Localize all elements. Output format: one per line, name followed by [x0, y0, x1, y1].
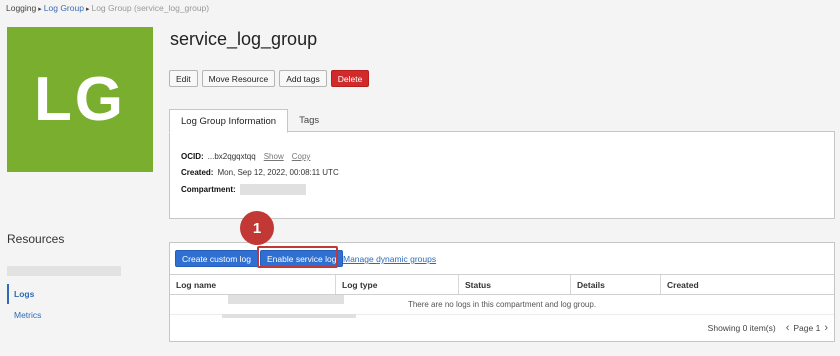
pagination: ‹ Page 1 › [786, 322, 828, 334]
redacted-placeholder [222, 314, 356, 318]
column-header-status[interactable]: Status [459, 275, 571, 294]
created-label: Created: [181, 168, 214, 177]
created-value: Mon, Sep 12, 2022, 00:08:11 UTC [217, 168, 339, 177]
edit-button[interactable]: Edit [169, 70, 198, 87]
tab-bar: Log Group Information Tags [169, 109, 330, 133]
table-footer: Showing 0 item(s) ‹ Page 1 › [708, 322, 828, 334]
ocid-show-link[interactable]: Show [264, 152, 284, 161]
table-header: Log name Log type Status Details Created [170, 274, 834, 295]
move-resource-button[interactable]: Move Resource [201, 70, 276, 87]
column-header-created[interactable]: Created [661, 275, 834, 294]
highlight-box [257, 246, 338, 268]
breadcrumb-separator: ▸ [38, 6, 42, 13]
ocid-value: ...bx2qgqxtqq [207, 152, 256, 161]
sidebar-item-logs[interactable]: Logs [7, 284, 34, 304]
empty-table-message: There are no logs in this compartment an… [170, 294, 834, 315]
item-count: Showing 0 item(s) [707, 323, 776, 333]
sidebar-redacted-text [7, 266, 121, 276]
breadcrumb-separator: ▸ [85, 6, 90, 13]
compartment-value-redacted [239, 184, 306, 195]
tab-tags[interactable]: Tags [288, 109, 330, 132]
tile-initials: LG [33, 65, 127, 134]
breadcrumb-log-group[interactable]: Log Group [44, 3, 84, 13]
info-panel: OCID: ...bx2qgqxtqq Show Copy Created: M… [169, 131, 835, 219]
action-bar: Edit Move Resource Add tags Delete [169, 70, 370, 87]
chevron-left-icon[interactable]: ‹ [786, 322, 790, 334]
resources-heading: Resources [7, 232, 65, 246]
ocid-copy-link[interactable]: Copy [292, 152, 311, 161]
resource-icon-tile: LG [7, 27, 153, 172]
create-custom-log-button[interactable]: Create custom log [175, 250, 258, 267]
delete-button[interactable]: Delete [330, 70, 370, 87]
page-indicator: Page 1 [793, 323, 821, 333]
compartment-label: Compartment: [181, 185, 236, 194]
step-callout-badge: 1 [240, 211, 274, 245]
breadcrumb-logging[interactable]: Logging [6, 3, 36, 13]
breadcrumb: Logging ▸ Log Group ▸ Log Group (service_log… [6, 3, 209, 13]
created-row: Created: Mon, Sep 12, 2022, 00:08:11 UTC [181, 168, 339, 177]
column-header-log-type[interactable]: Log type [336, 275, 459, 294]
breadcrumb-current: Log Group (service_log_group) [91, 3, 210, 13]
column-header-details[interactable]: Details [571, 275, 661, 294]
sidebar-item-metrics[interactable]: Metrics [14, 310, 41, 320]
tab-log-group-information[interactable]: Log Group Information [169, 109, 289, 133]
ocid-row: OCID: ...bx2qgqxtqq Show Copy [181, 152, 310, 161]
column-header-log-name[interactable]: Log name [170, 275, 336, 294]
ocid-label: OCID: [181, 152, 204, 161]
add-tags-button[interactable]: Add tags [279, 70, 327, 87]
compartment-row: Compartment: [181, 184, 306, 195]
manage-dynamic-groups-link[interactable]: Manage dynamic groups [343, 254, 436, 264]
page-title: service_log_group [170, 29, 318, 49]
chevron-right-icon[interactable]: › [824, 322, 828, 334]
logs-panel: Create custom log Enable service log Man… [169, 242, 835, 342]
